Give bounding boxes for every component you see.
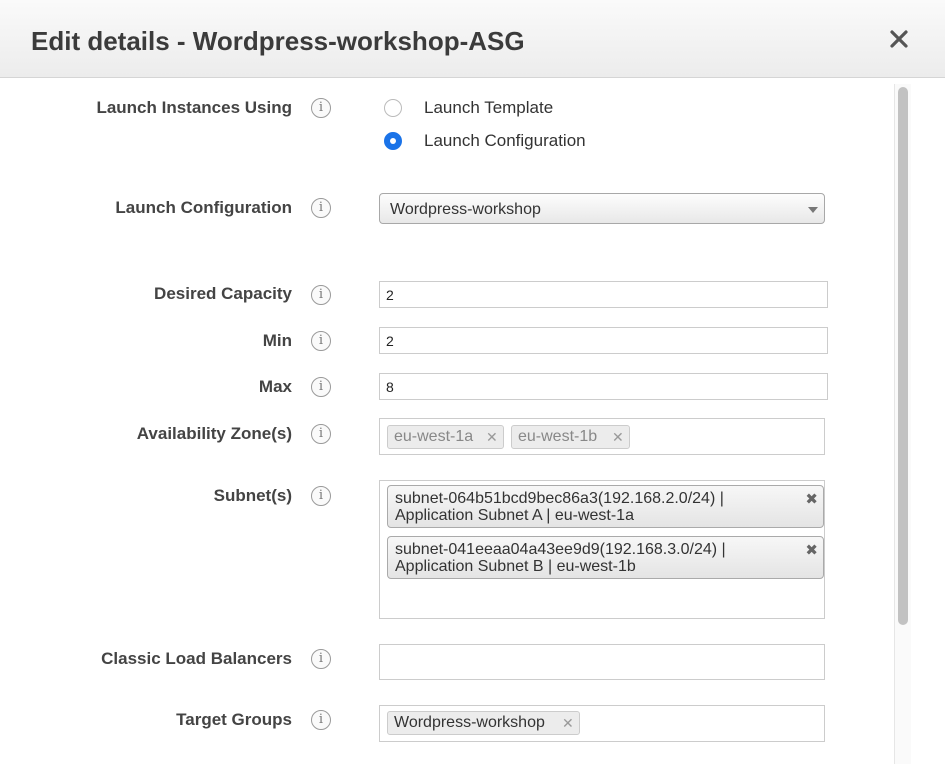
dialog-title: Edit details - Wordpress-workshop-ASG (31, 26, 525, 56)
launch-configuration-label: Launch Configuration (115, 198, 292, 217)
availability-zone-chip-text: eu-west-1a (394, 428, 474, 445)
info-icon[interactable]: i (311, 285, 331, 305)
min-input[interactable] (379, 327, 828, 354)
launch-configuration-select[interactable]: Wordpress-workshop (379, 193, 825, 224)
remove-icon[interactable]: ✕ (486, 426, 498, 448)
info-icon[interactable]: i (311, 331, 331, 351)
subnet-chip-line1: subnet-064b51bcd9bec86a3(192.168.2.0/24)… (395, 490, 724, 507)
availability-zone-chip: eu-west-1a ✕ (387, 425, 504, 449)
info-icon[interactable]: i (311, 424, 331, 444)
close-icon[interactable] (886, 26, 914, 54)
dialog-header: Edit details - Wordpress-workshop-ASG (0, 0, 945, 78)
info-icon[interactable]: i (311, 98, 331, 118)
launch-template-radio[interactable] (384, 99, 402, 117)
classic-load-balancers-field[interactable] (379, 644, 825, 680)
launch-configuration-radio[interactable] (384, 132, 402, 150)
subnets-field[interactable]: subnet-064b51bcd9bec86a3(192.168.2.0/24)… (379, 480, 825, 619)
target-groups-field[interactable]: Wordpress-workshop ✕ (379, 705, 825, 742)
remove-icon[interactable]: ✕ (562, 712, 574, 734)
remove-icon[interactable]: ✖ (805, 542, 818, 559)
target-groups-label: Target Groups (176, 710, 292, 729)
chevron-down-icon (808, 207, 818, 213)
launch-configuration-select-value: Wordpress-workshop (390, 201, 541, 218)
info-icon[interactable]: i (311, 198, 331, 218)
availability-zone-chip-text: eu-west-1b (518, 428, 598, 445)
info-icon[interactable]: i (311, 486, 331, 506)
desired-capacity-input[interactable] (379, 281, 828, 308)
launch-template-radio-label[interactable]: Launch Template (424, 98, 553, 118)
remove-icon[interactable]: ✖ (805, 491, 818, 508)
max-input[interactable] (379, 373, 828, 400)
dialog-content: Launch Instances Using i Launch Template… (0, 78, 945, 764)
subnet-chip-line2: Application Subnet B | eu-west-1b (395, 558, 636, 575)
subnet-chip-line1: subnet-041eeaa04a43ee9d9(192.168.3.0/24)… (395, 541, 726, 558)
availability-zones-field[interactable]: eu-west-1a ✕ eu-west-1b ✕ (379, 418, 825, 455)
availability-zone-chip: eu-west-1b ✕ (511, 425, 630, 449)
desired-capacity-label: Desired Capacity (154, 284, 292, 303)
subnets-label: Subnet(s) (213, 486, 292, 505)
max-label: Max (258, 377, 292, 396)
launch-configuration-radio-label[interactable]: Launch Configuration (424, 131, 586, 151)
remove-icon[interactable]: ✕ (612, 426, 624, 448)
availability-zones-label: Availability Zone(s) (136, 424, 292, 443)
classic-load-balancers-label: Classic Load Balancers (101, 649, 292, 668)
info-icon[interactable]: i (311, 377, 331, 397)
subnet-chip-line2: Application Subnet A | eu-west-1a (395, 507, 634, 524)
subnet-chip: subnet-064b51bcd9bec86a3(192.168.2.0/24)… (387, 485, 824, 528)
scrollbar-thumb[interactable] (898, 87, 908, 625)
info-icon[interactable]: i (311, 649, 331, 669)
launch-instances-using-label: Launch Instances Using (96, 98, 292, 117)
target-group-chip: Wordpress-workshop ✕ (387, 711, 580, 735)
edit-details-dialog: Edit details - Wordpress-workshop-ASG La… (0, 0, 945, 764)
min-label: Min (262, 331, 292, 350)
target-group-chip-text: Wordpress-workshop (394, 714, 545, 731)
info-icon[interactable]: i (311, 710, 331, 730)
subnet-chip: subnet-041eeaa04a43ee9d9(192.168.3.0/24)… (387, 536, 824, 579)
